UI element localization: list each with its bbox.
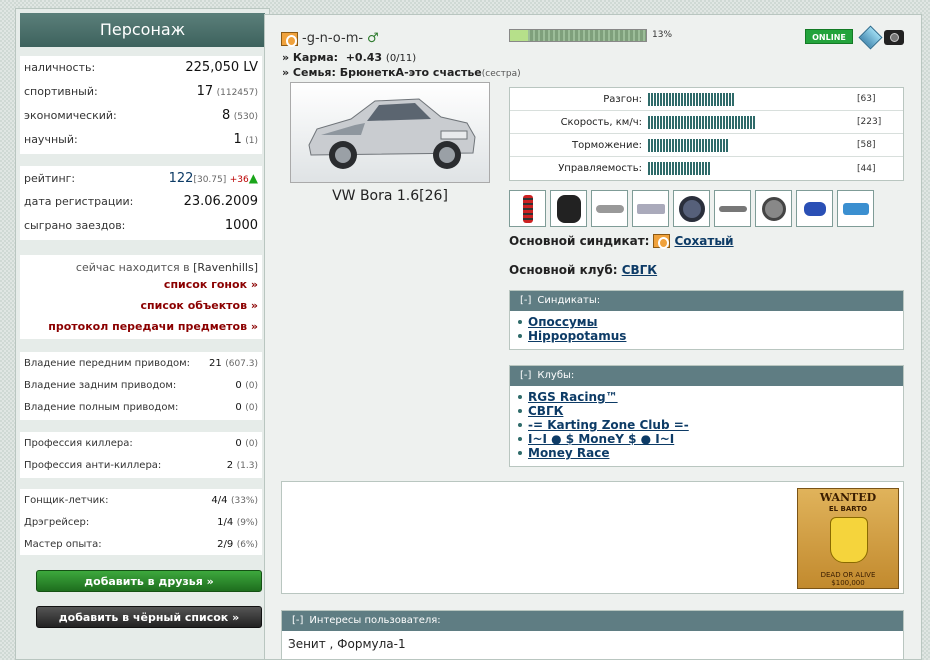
interests-toggle[interactable]: [-] — [292, 615, 303, 626]
nickname: -g-n-o-m- ♂ — [281, 31, 379, 47]
syndicate-item[interactable]: Hippopotamus — [518, 329, 895, 343]
titles-box: Гонщик-летчик: 4/4 (33%) Дрэгрейсер: 1/4… — [20, 489, 262, 555]
drive-box: Владение передним приводом: 21 (607.3) В… — [20, 352, 262, 420]
car-parts — [509, 190, 874, 227]
online-badge: ONLINE — [805, 29, 853, 44]
club-item[interactable]: СВГК — [518, 404, 895, 418]
club-item[interactable]: I~I ● $ MoneY $ ● I~I — [518, 432, 895, 446]
syndicate-flag-icon — [281, 31, 298, 47]
suspension-part-icon[interactable] — [509, 190, 546, 227]
intake-part-icon[interactable] — [632, 190, 669, 227]
location-links-box: сейчас находится в [Ravenhills] список г… — [20, 255, 262, 339]
syndicates-toggle[interactable]: [-] — [520, 295, 531, 306]
syndicate-link[interactable]: Сохатый — [674, 234, 733, 248]
club-item[interactable]: RGS Racing™ — [518, 390, 895, 404]
brake-disc-part-icon[interactable] — [673, 190, 710, 227]
skill-row: спортивный: 17 (112457) — [24, 84, 258, 99]
experience-fill — [510, 30, 528, 41]
title-row: Мастер опыта: 2/9 (6%) — [24, 539, 258, 550]
money-value: 225,050 LV — [185, 60, 258, 75]
professions-box: Профессия киллера: 0 (0) Профессия анти-… — [20, 432, 262, 478]
title-row: Дрэгрейсер: 1/4 (9%) — [24, 517, 258, 528]
profession-row: Профессия анти-киллера: 2 (1.3) — [24, 460, 258, 471]
club-link[interactable]: СВГК — [622, 263, 657, 277]
skill-row: научный: 1 (1) — [24, 132, 258, 147]
skill-row: экономический: 8 (530) — [24, 108, 258, 123]
family: » Семья: БрюнеткА-это счастье(сестра) — [282, 66, 521, 79]
clubs-toggle[interactable]: [-] — [520, 370, 531, 381]
stat-bar — [648, 115, 755, 129]
turbo-part-icon[interactable] — [755, 190, 792, 227]
camera-icon[interactable] — [884, 30, 904, 45]
car-photo — [290, 82, 490, 183]
karma: » Карма: +0.43 (0/11) — [282, 51, 417, 64]
races-row: сыграно заездов: 1000 — [24, 218, 258, 233]
main-syndicate: Основной синдикат: Сохатый — [509, 234, 734, 249]
stat-bar — [648, 138, 728, 152]
location-text: сейчас находится в [Ravenhills] — [75, 261, 258, 274]
injector-part-icon[interactable] — [837, 190, 874, 227]
clubs-panel: [-] Клубы: RGS Racing™ СВГК -= Karting Zo… — [509, 365, 904, 467]
drive-row: Владение задним приводом: 0 (0) — [24, 380, 258, 391]
money-skills-box: наличность: 225,050 LV спортивный: 17 (1… — [20, 56, 262, 154]
car-image — [308, 98, 476, 169]
location-link[interactable]: [Ravenhills] — [193, 261, 258, 274]
nitro-kit-part-icon[interactable] — [796, 190, 833, 227]
main-club: Основной клуб: СВГК — [509, 263, 658, 277]
syndicate-item[interactable]: Опоссумы — [518, 315, 895, 329]
money-row: наличность: 225,050 LV — [20, 56, 262, 80]
club-item[interactable]: -= Karting Zone Club =- — [518, 418, 895, 432]
interests-panel: [-] Интересы пользователя: Зенит , Формул… — [281, 610, 904, 660]
bart-face-icon — [830, 517, 868, 563]
races-list-link[interactable]: список гонок » — [20, 274, 262, 295]
drive-row: Владение передним приводом: 21 (607.3) — [24, 358, 258, 369]
stat-row: Торможение: [58] — [510, 134, 903, 157]
syndicates-panel: [-] Синдикаты: Опоссумы Hippopotamus — [509, 290, 904, 350]
stat-bar — [648, 92, 735, 106]
title-row: Гонщик-летчик: 4/4 (33%) — [24, 495, 258, 506]
car-name: VW Bora 1.6[26] — [332, 188, 448, 204]
registration-row: дата регистрации: 23.06.2009 — [24, 194, 258, 209]
stat-row: Управляемость: [44] — [558, 162, 876, 175]
car-stats: Разгон: [63] Скорость, км/ч: [223] Тормо… — [509, 87, 904, 181]
drive-row: Владение полным приводом: 0 (0) — [24, 402, 258, 413]
transfer-log-link[interactable]: протокол передачи предметов » — [20, 316, 262, 337]
male-gender-icon: ♂ — [367, 31, 379, 46]
profession-row: Профессия киллера: 0 (0) — [24, 438, 258, 449]
interests-text: Зенит , Формула-1 — [288, 637, 406, 651]
arrow-up-icon: ▲ — [248, 171, 258, 185]
objects-list-link[interactable]: список объектов » — [20, 295, 262, 316]
stat-bar — [648, 162, 710, 175]
camshaft-part-icon[interactable] — [714, 190, 751, 227]
syndicate-flag-icon — [653, 234, 671, 249]
exhaust-part-icon[interactable] — [591, 190, 628, 227]
wanted-poster-image: WANTED EL BARTO DEAD OR ALIVE $100,000 — [797, 488, 899, 589]
rating-row: рейтинг: 122[30.75] +36▲ — [24, 171, 258, 186]
experience-bar — [509, 29, 647, 42]
rating-box: рейтинг: 122[30.75] +36▲ дата регистраци… — [20, 166, 262, 240]
stat-row: Скорость, км/ч: [223] — [510, 111, 903, 134]
club-item[interactable]: Money Race — [518, 446, 895, 460]
sidebar-title: Персонаж — [20, 13, 265, 47]
add-friend-button[interactable]: добавить в друзья » — [36, 570, 262, 592]
experience-percent: 13% — [652, 30, 673, 40]
stat-row: Разгон: [63] — [510, 88, 903, 111]
tire-part-icon[interactable] — [550, 190, 587, 227]
add-blacklist-button[interactable]: добавить в чёрный список » — [36, 606, 262, 628]
